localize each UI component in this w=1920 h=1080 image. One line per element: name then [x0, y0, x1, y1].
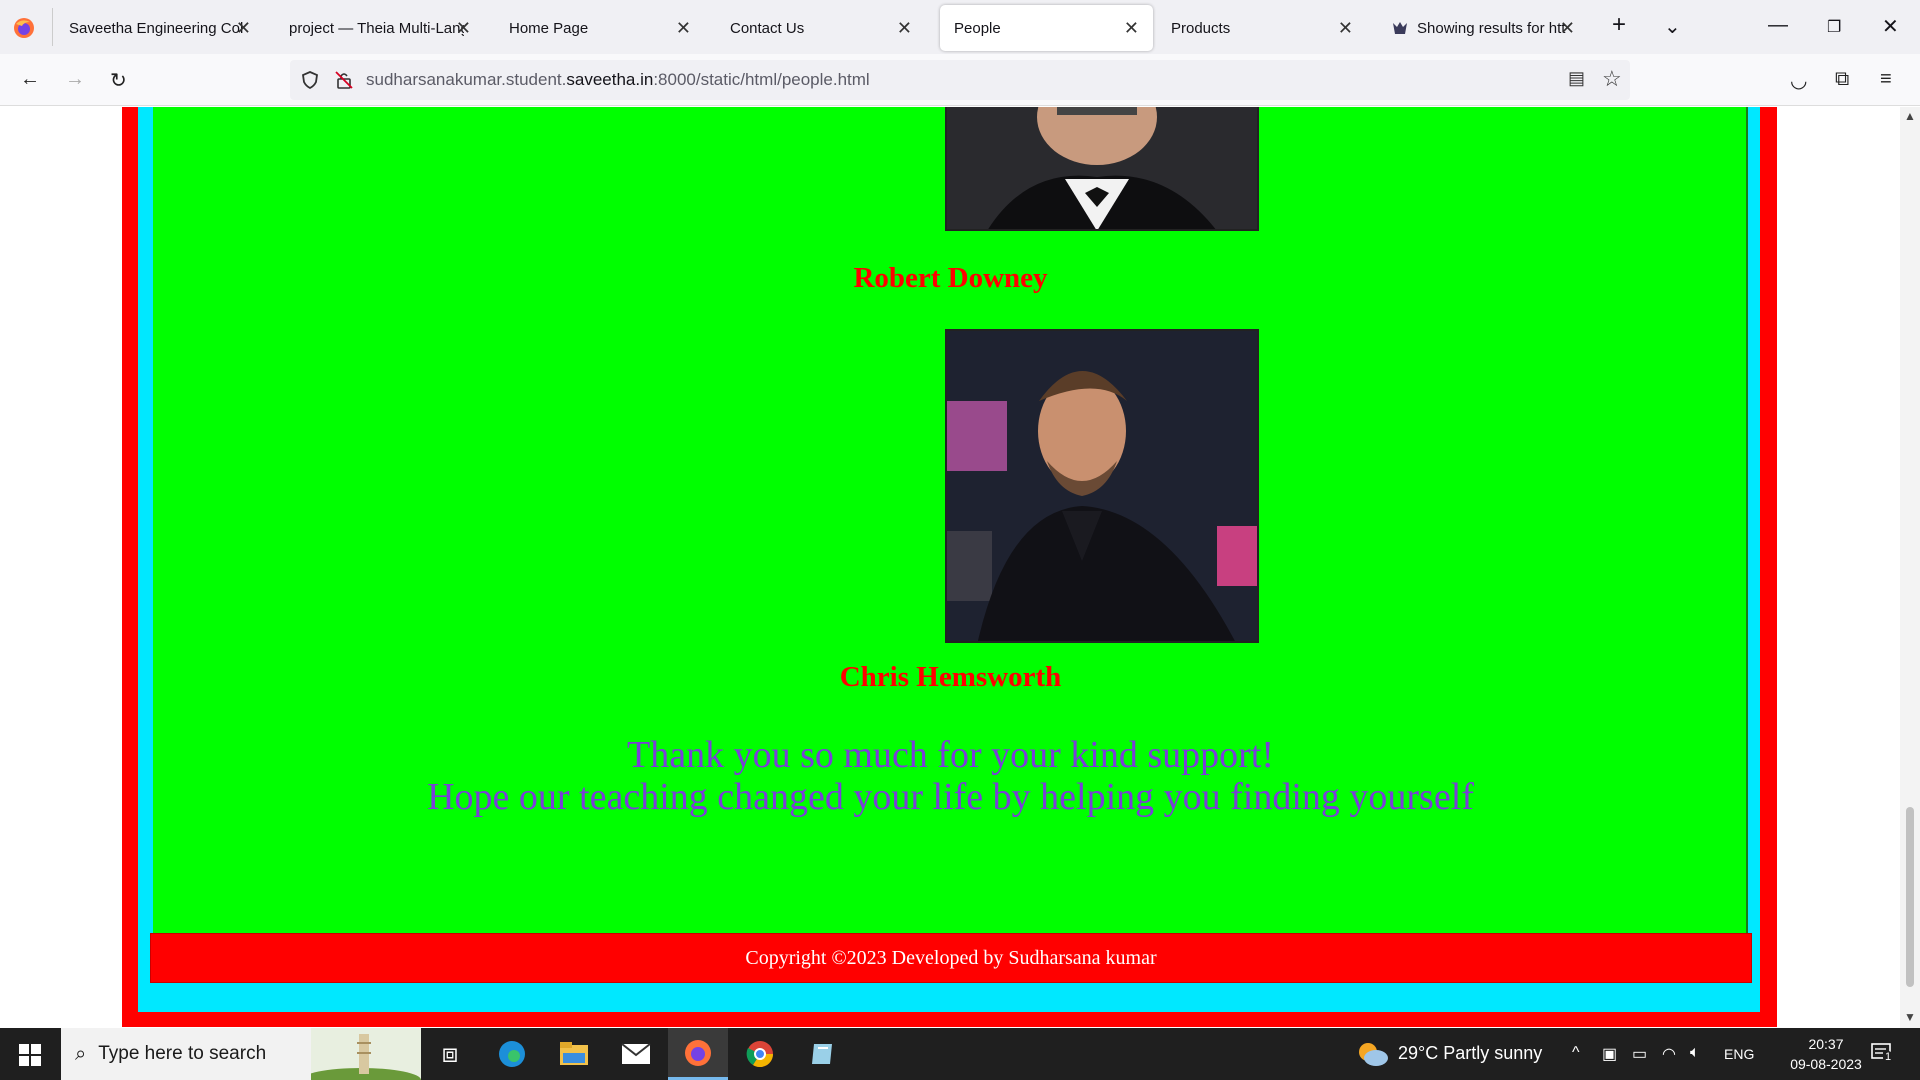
navigation-toolbar: ← → ↻ sudharsanakumar.student.saveetha.i…	[0, 54, 1920, 106]
scroll-down-icon[interactable]: ▼	[1904, 1010, 1916, 1024]
windows-taskbar: ⌕ Type here to search ⧈ 29°C Partly sunn…	[0, 1028, 1920, 1080]
person-name: Robert Downey	[853, 262, 1048, 294]
url-host: saveetha.in	[566, 70, 654, 89]
new-tab-icon[interactable]: +	[1612, 11, 1626, 39]
tab-bar: Saveetha Engineering Colle ✕ project — T…	[0, 0, 1920, 54]
notification-icon[interactable]: 1	[1870, 1042, 1894, 1064]
meet-now-icon[interactable]: ▣	[1602, 1044, 1617, 1064]
people-content-area: Robert Downey Chris Hemsworth Thank you …	[153, 107, 1748, 941]
wolf-icon	[1393, 22, 1407, 34]
mail-icon[interactable]	[606, 1028, 666, 1080]
tab-home-page[interactable]: Home Page ✕	[495, 5, 705, 51]
reader-view-icon[interactable]: ▤	[1568, 68, 1585, 89]
bookmark-star-icon[interactable]: ☆	[1602, 66, 1622, 92]
tab-products[interactable]: Products ✕	[1157, 5, 1367, 51]
close-icon[interactable]: ✕	[676, 18, 691, 39]
tab-label: Home Page	[509, 19, 589, 37]
page-footer: Copyright ©2023 Developed by Sudharsana …	[150, 933, 1752, 983]
chris-hemsworth-photo	[947, 331, 1257, 641]
weather-text[interactable]: 29°C Partly sunny	[1398, 1043, 1542, 1064]
wifi-icon[interactable]: ◠	[1662, 1044, 1676, 1064]
search-placeholder: Type here to search	[98, 1043, 267, 1064]
notes-app-icon[interactable]	[792, 1028, 852, 1080]
url-text[interactable]: sudharsanakumar.student.saveetha.in:8000…	[366, 70, 870, 90]
tab-divider	[52, 8, 53, 46]
close-icon[interactable]: ✕	[897, 18, 912, 39]
tab-theia[interactable]: project — Theia Multi-Lang ✕	[275, 5, 485, 51]
person-name: Chris Hemsworth	[839, 661, 1062, 693]
tab-contact-us[interactable]: Contact Us ✕	[716, 5, 926, 51]
robert-downey-photo	[947, 107, 1257, 229]
scroll-thumb[interactable]	[1906, 807, 1914, 987]
tab-label: People	[954, 19, 1001, 37]
close-icon[interactable]: ✕	[456, 18, 471, 39]
clock-date: 09-08-2023	[1790, 1056, 1862, 1072]
restore-icon[interactable]: ❐	[1827, 17, 1841, 37]
close-icon[interactable]: ✕	[1124, 18, 1139, 39]
chrome-icon[interactable]	[730, 1028, 790, 1080]
shield-icon[interactable]	[300, 70, 320, 90]
url-prefix: sudharsanakumar.student.	[366, 70, 567, 89]
window-close-icon[interactable]: ✕	[1882, 14, 1899, 39]
firefox-taskbar-icon[interactable]	[668, 1028, 728, 1080]
clock-time: 20:37	[1808, 1036, 1844, 1052]
scroll-up-icon[interactable]: ▲	[1904, 109, 1916, 123]
battery-icon[interactable]: ▭	[1632, 1044, 1647, 1064]
tab-label: project — Theia Multi-Lang	[289, 19, 464, 37]
menu-icon[interactable]: ≡	[1880, 68, 1892, 91]
firefox-icon[interactable]	[12, 16, 36, 40]
extensions-icon[interactable]: ⧉	[1835, 68, 1849, 91]
notification-count: 1	[1883, 1051, 1894, 1063]
url-bar[interactable]: sudharsanakumar.student.saveetha.in:8000…	[290, 60, 1630, 100]
tab-label: Saveetha Engineering Colle	[69, 19, 244, 37]
url-path: :8000/static/html/people.html	[653, 70, 870, 89]
task-view-icon[interactable]: ⧈	[420, 1028, 480, 1080]
search-icon: ⌕	[75, 1042, 87, 1065]
close-icon[interactable]: ✕	[1560, 18, 1575, 39]
back-icon[interactable]: ←	[20, 68, 40, 91]
edge-icon[interactable]	[482, 1028, 542, 1080]
closing-message: Hope our teaching changed your life by h…	[427, 776, 1474, 818]
weather-icon[interactable]	[1356, 1040, 1390, 1068]
person-photo	[945, 329, 1259, 643]
volume-icon[interactable]: 🔈︎	[1690, 1044, 1700, 1062]
tab-people[interactable]: People ✕	[940, 5, 1153, 51]
tab-search-results[interactable]: Showing results for htt ✕	[1377, 5, 1589, 51]
clock[interactable]: 20:37 09-08-2023	[1786, 1034, 1866, 1074]
page-viewport: Robert Downey Chris Hemsworth Thank you …	[0, 107, 1900, 1028]
close-icon[interactable]: ✕	[1338, 18, 1353, 39]
chevron-up-icon[interactable]: ^	[1572, 1044, 1580, 1062]
forward-icon[interactable]: →	[65, 68, 85, 91]
reload-icon[interactable]: ↻	[110, 68, 127, 93]
tab-saveetha[interactable]: Saveetha Engineering Colle ✕	[55, 5, 265, 51]
tab-label: Showing results for htt	[1417, 19, 1566, 37]
insecure-lock-icon[interactable]	[334, 70, 354, 90]
vertical-scrollbar[interactable]: ▲ ▼	[1900, 107, 1920, 1028]
person-photo	[945, 107, 1259, 231]
minimize-icon[interactable]: —	[1768, 14, 1788, 37]
thank-you-message: Thank you so much for your kind support!	[627, 734, 1274, 776]
tab-label: Products	[1171, 19, 1231, 37]
language-indicator[interactable]: ENG	[1724, 1046, 1754, 1062]
pocket-icon[interactable]: ◡	[1790, 68, 1807, 93]
chevron-down-icon[interactable]: ⌄	[1664, 14, 1681, 39]
file-explorer-icon[interactable]	[544, 1028, 604, 1080]
windows-start-icon[interactable]	[19, 1044, 41, 1066]
search-highlight-image	[311, 1028, 421, 1080]
close-icon[interactable]: ✕	[236, 18, 251, 39]
tab-label: Contact Us	[730, 19, 805, 37]
taskbar-search-box[interactable]: ⌕ Type here to search	[61, 1028, 421, 1080]
